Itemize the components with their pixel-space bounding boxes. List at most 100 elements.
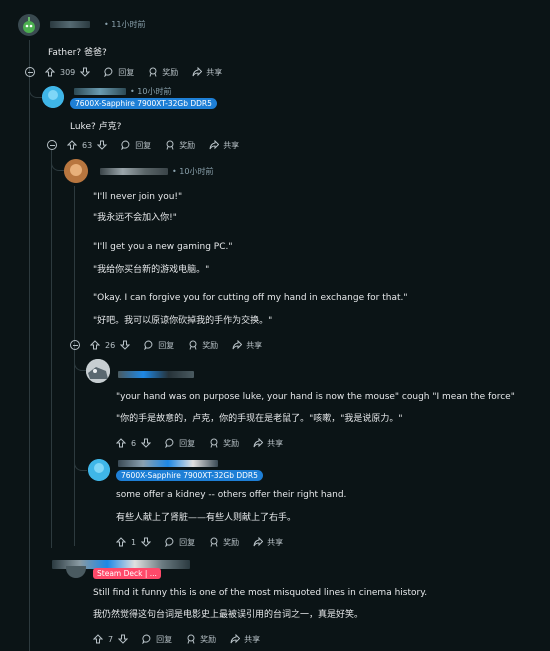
comment-text: "your hand was on purpose luke, your han… xyxy=(116,392,515,402)
vote-count: 6 xyxy=(131,438,137,448)
thread-line xyxy=(51,150,52,548)
award-button[interactable]: 奖励 xyxy=(186,634,216,645)
comment-actions: 309 回复 奖励 共享 xyxy=(25,65,236,79)
vote-count: 1 xyxy=(131,537,137,547)
reply-label: 回复 xyxy=(179,438,196,448)
award-icon xyxy=(189,340,197,350)
avatar[interactable] xyxy=(64,159,88,183)
vote-count: 7 xyxy=(108,634,114,644)
award-button[interactable]: 奖励 xyxy=(209,438,239,449)
vote-control: 7 xyxy=(93,634,129,644)
award-icon xyxy=(149,67,157,77)
username[interactable] xyxy=(100,168,168,175)
award-label: 奖励 xyxy=(162,67,179,77)
share-arrow-icon xyxy=(230,634,241,644)
comment-actions: 63 回复 奖励 共享 xyxy=(47,138,253,152)
comment-text: "我给你买台新的游戏电脑。" xyxy=(93,265,210,275)
speech-bubble-icon xyxy=(165,537,174,547)
share-button[interactable]: 共享 xyxy=(232,340,262,351)
comment-time: • 11小时前 xyxy=(104,20,146,29)
share-button[interactable]: 共享 xyxy=(230,634,260,645)
avatar[interactable] xyxy=(66,566,86,578)
username[interactable] xyxy=(50,21,90,28)
share-button[interactable]: 共享 xyxy=(253,537,283,548)
reply-button[interactable]: 回复 xyxy=(104,67,134,78)
share-label: 共享 xyxy=(267,438,284,448)
comment-text: "I'll get you a new gaming PC." xyxy=(93,242,233,252)
avatar[interactable] xyxy=(86,359,110,383)
vote-count: 309 xyxy=(60,67,76,77)
reply-button[interactable]: 回复 xyxy=(121,140,151,151)
comment-text: Father? 爸爸? xyxy=(48,48,107,58)
avatar[interactable] xyxy=(18,14,40,36)
award-button[interactable]: 奖励 xyxy=(209,537,239,548)
share-arrow-icon xyxy=(192,67,203,77)
avatar[interactable] xyxy=(88,459,110,481)
share-button[interactable]: 共享 xyxy=(253,438,283,449)
share-button[interactable]: 共享 xyxy=(192,67,222,78)
comment-time: • 10小时前 xyxy=(130,87,172,96)
vote-count: 26 xyxy=(105,340,116,350)
arrow-up-icon[interactable] xyxy=(116,438,126,448)
avatar[interactable] xyxy=(42,86,64,108)
username[interactable] xyxy=(74,88,126,95)
thread-elbow xyxy=(74,450,87,471)
arrow-down-icon[interactable] xyxy=(80,67,91,77)
speech-bubble-icon xyxy=(142,634,151,644)
arrow-down-icon[interactable] xyxy=(141,438,152,448)
collapse-minus-icon[interactable] xyxy=(47,140,57,150)
username[interactable] xyxy=(118,371,194,378)
user-flair: 7600X-Sapphire 7900XT-32Gb DDR5 xyxy=(116,470,263,481)
award-button[interactable]: 奖励 xyxy=(165,140,195,151)
arrow-up-icon[interactable] xyxy=(116,537,126,547)
arrow-up-icon[interactable] xyxy=(93,634,103,644)
comment-text: "Okay. I can forgive you for cutting off… xyxy=(93,293,408,303)
award-label: 奖励 xyxy=(223,537,240,547)
reply-button[interactable]: 回复 xyxy=(142,634,172,645)
comment-text: 有些人献上了肾脏——有些人则献上了右手。 xyxy=(116,513,297,523)
user-flair: Steam Deck | ... xyxy=(93,568,161,579)
collapse-minus-icon[interactable] xyxy=(70,340,80,350)
reply-label: 回复 xyxy=(118,67,135,77)
share-arrow-icon xyxy=(209,140,220,150)
speech-bubble-icon xyxy=(144,340,153,350)
arrow-up-icon[interactable] xyxy=(67,140,77,150)
share-button[interactable]: 共享 xyxy=(209,140,239,151)
vote-count: 63 xyxy=(82,140,93,150)
comment-actions: 6 回复 奖励 共享 xyxy=(116,436,297,450)
comment-text: "好吧。我可以原谅你砍掉我的手作为交换。" xyxy=(93,316,273,326)
arrow-up-icon[interactable] xyxy=(90,340,100,350)
share-label: 共享 xyxy=(223,140,240,150)
comment-text: Luke? 卢克? xyxy=(70,122,122,132)
award-button[interactable]: 奖励 xyxy=(188,340,218,351)
award-label: 奖励 xyxy=(200,634,217,644)
share-label: 共享 xyxy=(244,634,261,644)
reply-label: 回复 xyxy=(135,140,152,150)
comment-actions: 1 回复 奖励 共享 xyxy=(116,535,297,549)
thread-elbow xyxy=(74,350,87,371)
comment-actions: 7 回复 奖励 共享 xyxy=(93,632,274,646)
collapse-minus-icon[interactable] xyxy=(25,67,35,77)
share-arrow-icon xyxy=(253,438,264,448)
share-label: 共享 xyxy=(246,340,263,350)
arrow-down-icon[interactable] xyxy=(97,140,108,150)
arrow-up-icon[interactable] xyxy=(45,67,55,77)
speech-bubble-icon xyxy=(104,67,113,77)
comment-text: "我永远不会加入你!" xyxy=(93,213,177,223)
arrow-down-icon[interactable] xyxy=(118,634,129,644)
award-button[interactable]: 奖励 xyxy=(148,67,178,78)
reply-button[interactable]: 回复 xyxy=(165,438,195,449)
award-icon xyxy=(166,140,174,150)
share-label: 共享 xyxy=(206,67,223,77)
award-icon xyxy=(187,634,195,644)
reply-button[interactable]: 回复 xyxy=(144,340,174,351)
arrow-down-icon[interactable] xyxy=(141,537,152,547)
reply-button[interactable]: 回复 xyxy=(165,537,195,548)
username[interactable] xyxy=(118,460,218,467)
reply-label: 回复 xyxy=(156,634,173,644)
share-arrow-icon xyxy=(253,537,264,547)
vote-control: 63 xyxy=(67,140,108,150)
award-icon xyxy=(210,537,218,547)
arrow-down-icon[interactable] xyxy=(120,340,131,350)
comment-time: • 10小时前 xyxy=(172,167,214,176)
